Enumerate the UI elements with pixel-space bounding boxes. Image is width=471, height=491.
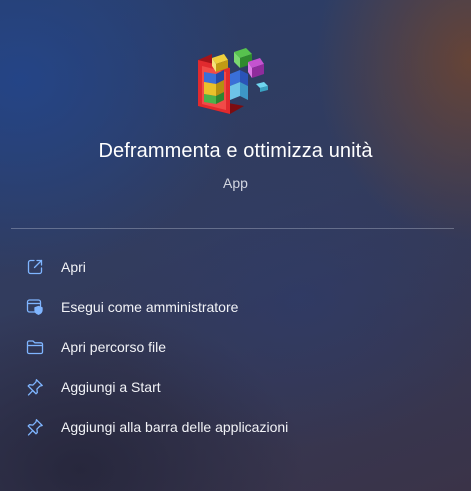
menu-item-open[interactable]: Apri: [12, 247, 458, 287]
app-type-label: App: [223, 175, 248, 191]
menu-item-label: Apri percorso file: [61, 339, 167, 355]
defragment-icon: [198, 48, 268, 114]
app-header: Deframmenta e ottimizza unità App: [0, 0, 471, 215]
context-menu: Apri Esegui come amministratore Apri per…: [12, 247, 458, 447]
menu-item-label: Aggiungi alla barra delle applicazioni: [61, 419, 289, 435]
menu-item-run-as-admin[interactable]: Esegui come amministratore: [12, 287, 458, 327]
folder-icon: [25, 337, 45, 357]
pin-icon: [25, 377, 45, 397]
divider: [11, 228, 454, 229]
app-title: Deframmenta e ottimizza unità: [98, 140, 373, 162]
run-as-admin-icon: [25, 297, 45, 317]
menu-item-label: Aggiungi a Start: [61, 379, 161, 395]
menu-item-label: Esegui come amministratore: [61, 299, 239, 315]
menu-item-label: Apri: [61, 259, 86, 275]
menu-item-pin-to-taskbar[interactable]: Aggiungi alla barra delle applicazioni: [12, 407, 458, 447]
menu-item-open-file-location[interactable]: Apri percorso file: [12, 327, 458, 367]
menu-item-pin-to-start[interactable]: Aggiungi a Start: [12, 367, 458, 407]
pin-icon: [25, 417, 45, 437]
open-external-icon: [25, 257, 45, 277]
